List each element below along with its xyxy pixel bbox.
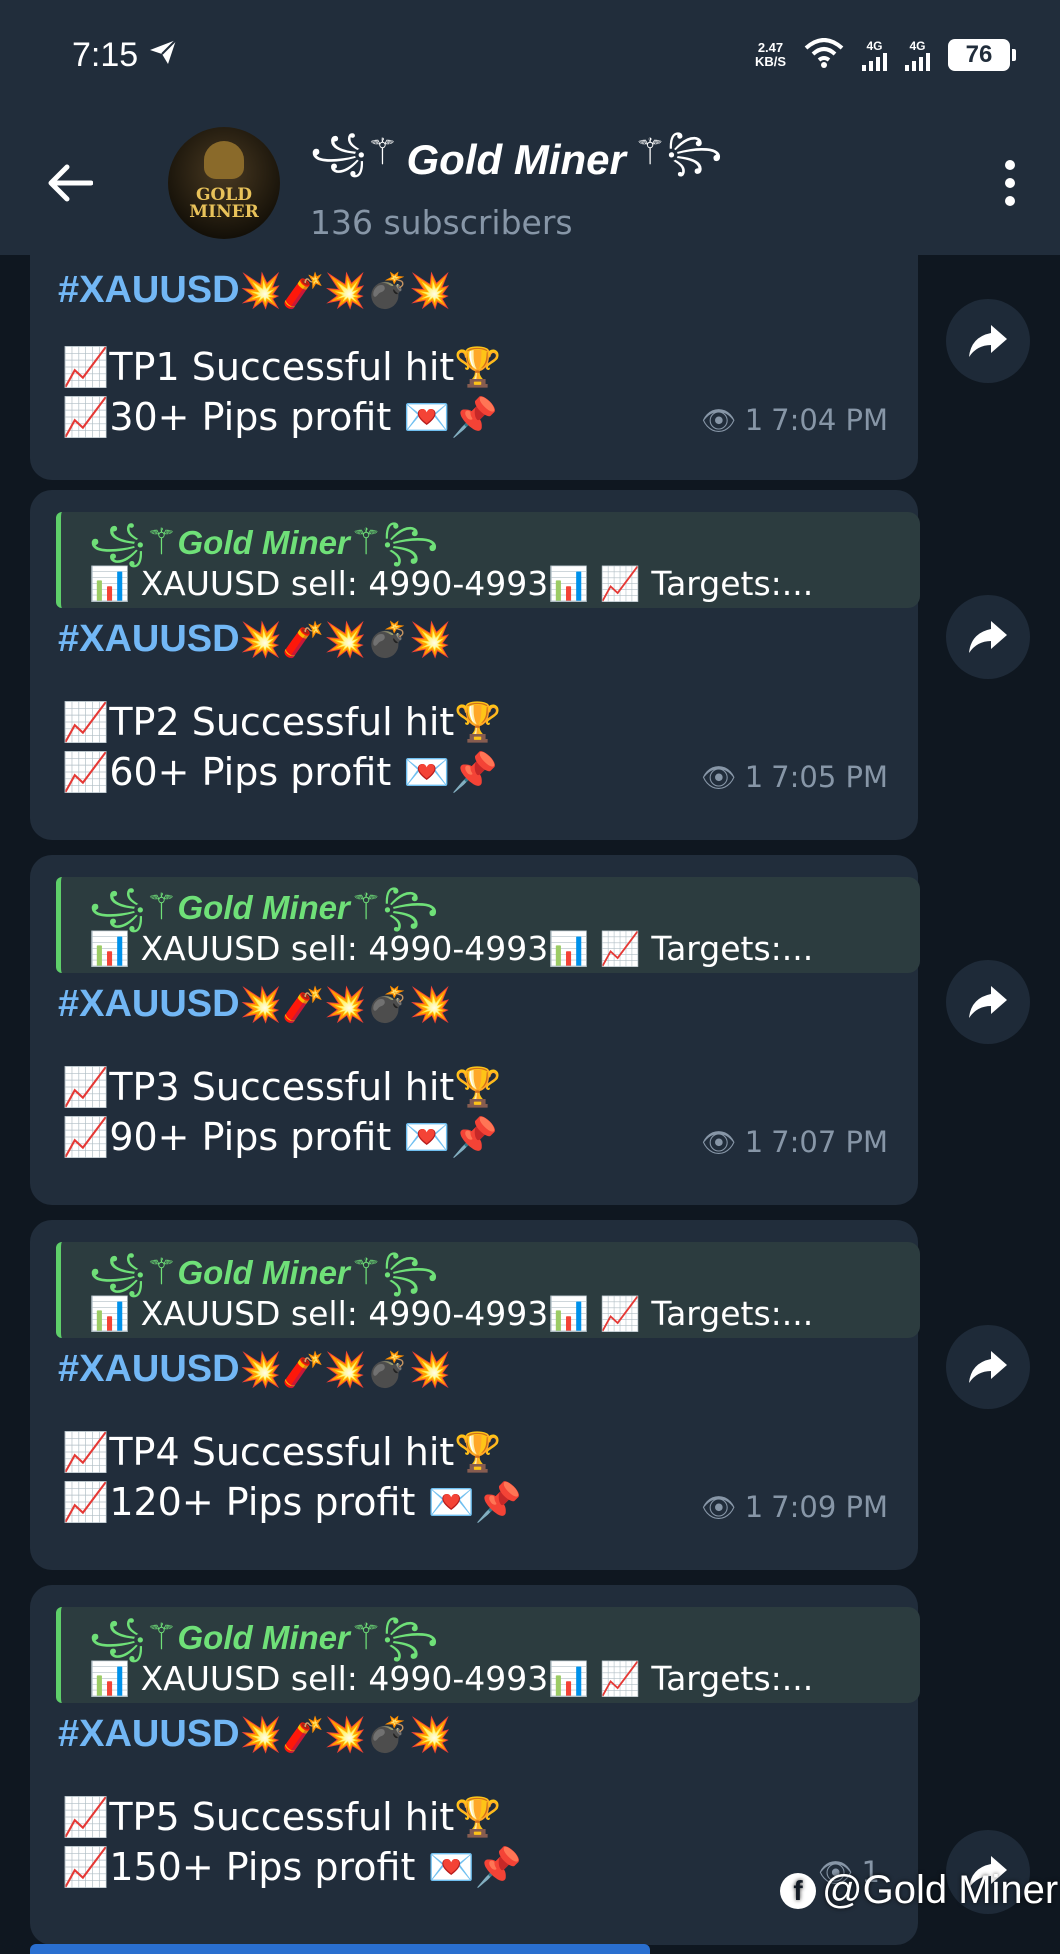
reply-preview[interactable]: ꧁⚚Gold Miner⚚꧂ 📊 XAUUSD sell: 4990-4993📊… xyxy=(56,877,920,973)
share-arrow-icon xyxy=(969,621,1007,653)
eye-icon: 👁 xyxy=(701,1490,737,1524)
wifi-icon xyxy=(804,37,844,73)
chat-header: GOLD MINER ꧁⚚ Gold Miner ⚚꧂ 136 subscrib… xyxy=(0,110,1060,255)
message-line: 📈TP2 Successful hit🏆 xyxy=(62,700,502,744)
signal-sim2-icon: 4G xyxy=(905,39,930,71)
hashtag[interactable]: #XAUUSD💥🧨💥💣💥 xyxy=(58,618,451,661)
ornament-icon: ꧁⚚ xyxy=(89,886,178,927)
message-bubble[interactable]: ꧁⚚Gold Miner⚚꧂ 📊 XAUUSD sell: 4990-4993📊… xyxy=(30,1220,920,1570)
reply-preview[interactable]: ꧁⚚Gold Miner⚚꧂ 📊 XAUUSD sell: 4990-4993📊… xyxy=(56,512,920,608)
message-bubble[interactable]: #XAUUSD💥🧨💥💣💥 📈TP1 Successful hit🏆 📈30+ P… xyxy=(30,255,918,480)
forward-button[interactable] xyxy=(946,595,1030,679)
ornament-icon: ⚚꧂ xyxy=(349,886,439,927)
subscriber-count: 136 subscribers xyxy=(310,202,573,242)
ornament-icon: ꧁⚚ xyxy=(89,1251,178,1292)
battery-icon: 76 xyxy=(948,39,1016,71)
message-line: 📈150+ Pips profit 💌📌 xyxy=(62,1845,523,1889)
message-line: 📈TP1 Successful hit🏆 xyxy=(62,345,502,389)
net-speed: 2.47 KB/S xyxy=(754,40,786,69)
ornament-icon: ⚚꧂ xyxy=(349,521,439,562)
message-meta: 👁 1 7:04 PM xyxy=(701,403,888,437)
arrow-left-icon xyxy=(48,164,93,201)
message-meta: 👁 1 7:05 PM xyxy=(701,760,888,794)
ornament-icon: ⚚꧂ xyxy=(349,1616,439,1657)
message-line: 📈TP4 Successful hit🏆 xyxy=(62,1430,502,1474)
channel-avatar[interactable]: GOLD MINER xyxy=(168,126,280,239)
message-meta: 👁 1 7:09 PM xyxy=(701,1490,888,1524)
reply-preview[interactable]: ꧁⚚Gold Miner⚚꧂ 📊 XAUUSD sell: 4990-4993📊… xyxy=(56,1607,920,1703)
message-list[interactable]: #XAUUSD💥🧨💥💣💥 📈TP1 Successful hit🏆 📈30+ P… xyxy=(0,255,1060,1954)
status-bar: 7:15 2.47 KB/S 4G 4G 76 xyxy=(0,0,1060,110)
eye-icon: 👁 xyxy=(701,1125,737,1159)
watermark: f @Gold Miner xyxy=(780,1868,1058,1913)
ornament-icon: ⚚꧂ xyxy=(349,1251,439,1292)
hashtag[interactable]: #XAUUSD💥🧨💥💣💥 xyxy=(58,1348,451,1391)
clock: 7:15 xyxy=(72,35,139,74)
status-time: 7:15 xyxy=(72,36,178,75)
eye-icon: 👁 xyxy=(701,760,737,794)
message-line: 📈90+ Pips profit 💌📌 xyxy=(62,1115,498,1159)
message-line: 📈30+ Pips profit 💌📌 xyxy=(62,395,498,439)
message-line: 📈60+ Pips profit 💌📌 xyxy=(62,750,498,794)
telegram-send-icon xyxy=(148,36,178,75)
eye-icon: 👁 xyxy=(701,403,737,437)
signal-sim1-icon: 4G xyxy=(862,39,887,71)
share-arrow-icon xyxy=(969,1351,1007,1383)
reply-preview[interactable]: ꧁⚚Gold Miner⚚꧂ 📊 XAUUSD sell: 4990-4993📊… xyxy=(56,1242,920,1338)
ornament-icon: ⚚꧂ xyxy=(633,130,723,172)
message-bubble[interactable]: ꧁⚚Gold Miner⚚꧂ 📊 XAUUSD sell: 4990-4993📊… xyxy=(30,490,920,840)
more-menu-button[interactable] xyxy=(990,153,1030,213)
hashtag[interactable]: #XAUUSD💥🧨💥💣💥 xyxy=(58,983,451,1026)
hashtag[interactable]: #XAUUSD💥🧨💥💣💥 xyxy=(58,269,451,312)
facebook-icon: f xyxy=(780,1872,816,1909)
share-arrow-icon xyxy=(969,325,1007,357)
message-line: 📈TP3 Successful hit🏆 xyxy=(62,1065,502,1109)
channel-title: ꧁⚚ Gold Miner ⚚꧂ xyxy=(310,124,990,197)
ornament-icon: ꧁⚚ xyxy=(89,1616,178,1657)
message-bubble[interactable]: ꧁⚚Gold Miner⚚꧂ 📊 XAUUSD sell: 4990-4993📊… xyxy=(30,855,920,1205)
message-line: 📈120+ Pips profit 💌📌 xyxy=(62,1480,523,1524)
forward-button[interactable] xyxy=(946,299,1030,383)
message-line: 📈TP5 Successful hit🏆 xyxy=(62,1795,502,1839)
share-arrow-icon xyxy=(969,986,1007,1018)
miner-figure-icon xyxy=(204,140,244,179)
message-meta: 👁 1 7:07 PM xyxy=(701,1125,888,1159)
ornament-icon: ꧁⚚ xyxy=(89,521,178,562)
ornament-icon: ꧁⚚ xyxy=(310,130,399,172)
channel-info[interactable]: ꧁⚚ Gold Miner ⚚꧂ 136 subscribers xyxy=(310,124,990,242)
back-button[interactable] xyxy=(40,153,100,213)
forward-button[interactable] xyxy=(946,1325,1030,1409)
hashtag[interactable]: #XAUUSD💥🧨💥💣💥 xyxy=(58,1713,451,1756)
forward-button[interactable] xyxy=(946,960,1030,1044)
bottom-preview-strip xyxy=(30,1944,650,1954)
